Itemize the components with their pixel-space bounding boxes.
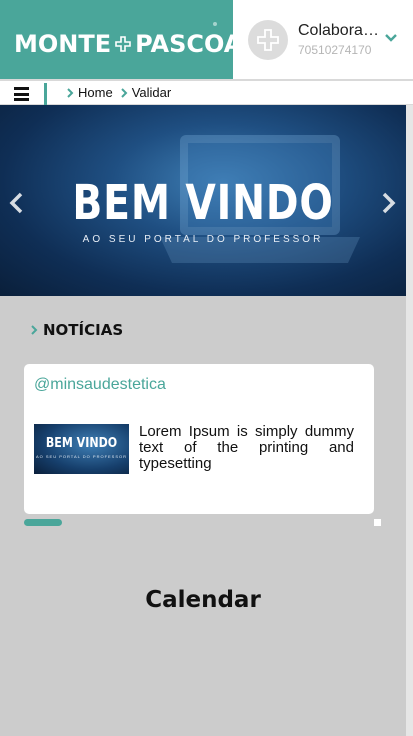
header: MONTE PASCOAL Colaborad… 70510274170 (0, 0, 413, 79)
news-card[interactable]: @minsaudestetica BEM VINDO AO SEU PORTAL… (24, 364, 374, 514)
carousel-page-indicator[interactable] (374, 519, 381, 526)
breadcrumb-bar: Home Validar (0, 79, 413, 105)
calendar-title: Calendar (145, 587, 261, 613)
chevron-right-icon (31, 325, 38, 335)
carousel-next-icon[interactable] (379, 191, 397, 215)
cross-emblem-icon (257, 29, 279, 51)
carousel-page-indicator-active[interactable] (24, 519, 62, 526)
thumb-title: BEM VINDO (45, 436, 118, 451)
breadcrumb-divider (44, 83, 47, 105)
brand-logo: MONTE PASCOAL (14, 30, 258, 58)
news-heading-label: NOTÍCIAS (43, 321, 124, 339)
avatar (248, 20, 288, 60)
news-card-text: Lorem Ipsum is simply dummy text of the … (139, 423, 354, 472)
brand-name-left: MONTE (14, 30, 112, 58)
user-name: Colaborad… (298, 22, 384, 39)
breadcrumb-label: Validar (131, 85, 172, 100)
hero-carousel: BEM VINDO AO SEU PORTAL DO PROFESSOR (0, 105, 406, 296)
breadcrumb: Home Validar (66, 85, 178, 100)
news-card-handle[interactable]: @minsaudestetica (34, 376, 166, 394)
carousel-prev-icon[interactable] (8, 191, 26, 215)
chevron-right-icon (120, 87, 128, 98)
hamburger-menu-button[interactable] (14, 87, 29, 101)
chevron-down-icon[interactable] (384, 31, 398, 45)
breadcrumb-item-validar[interactable]: Validar (120, 85, 172, 100)
chevron-right-icon (67, 87, 74, 98)
breadcrumb-label: Home (78, 85, 113, 100)
brand-logo-area[interactable]: MONTE PASCOAL (0, 0, 258, 79)
news-card-image[interactable]: BEM VINDO AO SEU PORTAL DO PROFESSOR (34, 424, 129, 474)
hero-title: BEM VINDO (72, 175, 334, 231)
page-scrollbar[interactable] (406, 105, 413, 736)
user-id: 70510274170 (298, 43, 372, 57)
thumb-subtitle: AO SEU PORTAL DO PROFESSOR (35, 454, 128, 459)
hero-subtitle: AO SEU PORTAL DO PROFESSOR (82, 234, 324, 245)
cross-icon (115, 36, 131, 52)
news-heading: NOTÍCIAS (30, 321, 123, 339)
user-menu[interactable]: Colaborad… 70510274170 (233, 0, 413, 79)
breadcrumb-item-home[interactable]: Home (66, 85, 113, 100)
registered-mark (213, 22, 217, 26)
